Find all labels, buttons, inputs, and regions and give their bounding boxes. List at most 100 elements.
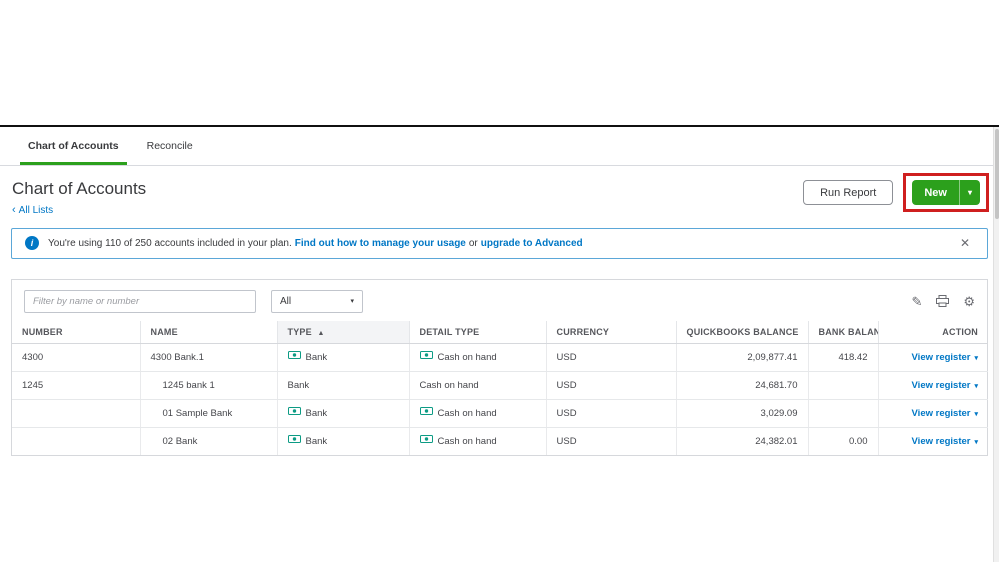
cell-quickbooks-balance: 3,029.09 bbox=[676, 399, 809, 428]
cell-currency: USD bbox=[546, 371, 677, 400]
sort-asc-icon: ▲ bbox=[317, 329, 325, 337]
cell-bank-balance bbox=[808, 399, 879, 428]
cell-number: 1245 bbox=[12, 371, 141, 400]
tab-label: Chart of Accounts bbox=[28, 140, 119, 152]
new-button[interactable]: New ▾ bbox=[912, 180, 980, 205]
cell-detail-type: Cash on hand bbox=[409, 343, 547, 372]
col-name[interactable]: NAME bbox=[140, 320, 278, 344]
table-row: 4300 4300 Bank.1 Bank Cash on hand USD 2… bbox=[12, 343, 988, 372]
cell-currency: USD bbox=[546, 399, 677, 428]
annotation-highlight-box: New ▾ bbox=[903, 173, 989, 212]
chevron-down-icon: ▾ bbox=[350, 298, 354, 306]
cell-quickbooks-balance: 2,09,877.41 bbox=[676, 343, 809, 372]
chevron-down-icon[interactable]: ▾ bbox=[974, 439, 978, 446]
col-detail-type[interactable]: DETAIL TYPE bbox=[409, 320, 547, 344]
filter-row: All ▾ ✎ ⚙ bbox=[12, 280, 987, 321]
run-report-button[interactable]: Run Report bbox=[803, 180, 894, 205]
gear-icon[interactable]: ⚙ bbox=[963, 295, 975, 308]
page-header: Chart of Accounts ‹ All Lists Run Report… bbox=[0, 166, 999, 218]
view-register-link[interactable]: View register ▾ bbox=[912, 352, 978, 363]
cell-action: View register ▾ bbox=[878, 399, 988, 428]
money-hand-icon bbox=[419, 350, 433, 364]
cell-type: Bank bbox=[277, 343, 410, 372]
view-register-link[interactable]: View register ▾ bbox=[912, 380, 978, 391]
banner-message: You're using 110 of 250 accounts include… bbox=[48, 237, 292, 249]
chevron-down-icon[interactable]: ▾ bbox=[974, 355, 978, 362]
usage-banner: i You're using 110 of 250 accounts inclu… bbox=[11, 227, 988, 259]
money-hand-icon bbox=[419, 434, 433, 448]
view-register-link[interactable]: View register ▾ bbox=[912, 408, 978, 419]
banner-connector: or bbox=[468, 237, 478, 249]
table-row: 1245 1245 bank 1 Bank Cash on hand USD 2… bbox=[12, 371, 988, 400]
money-hand-icon bbox=[287, 350, 301, 364]
view-register-link[interactable]: View register ▾ bbox=[912, 436, 978, 447]
cell-bank-balance bbox=[808, 371, 879, 400]
table-row: 01 Sample Bank Bank Cash on hand USD 3,0… bbox=[12, 399, 988, 428]
money-hand-icon bbox=[287, 406, 301, 420]
cell-currency: USD bbox=[546, 343, 677, 372]
view-register-label: View register bbox=[911, 435, 971, 447]
chart-of-accounts-page: Chart of Accounts Reconcile Chart of Acc… bbox=[0, 127, 999, 562]
printer-icon[interactable] bbox=[936, 295, 950, 308]
header-actions: Run Report New ▾ bbox=[803, 173, 989, 212]
money-hand-icon bbox=[419, 406, 433, 420]
cell-name: 4300 Bank.1 bbox=[140, 343, 278, 372]
cell-detail-label: Cash on hand bbox=[437, 435, 497, 447]
cell-number: 4300 bbox=[12, 343, 141, 372]
manage-usage-link[interactable]: Find out how to manage your usage bbox=[295, 238, 466, 249]
view-register-label: View register bbox=[911, 407, 971, 419]
cell-detail-type: Cash on hand bbox=[409, 371, 547, 400]
cell-quickbooks-balance: 24,382.01 bbox=[676, 427, 809, 456]
scrollbar-thumb[interactable] bbox=[995, 129, 999, 219]
info-icon: i bbox=[25, 236, 39, 251]
all-lists-link[interactable]: ‹ All Lists bbox=[12, 203, 53, 216]
cell-bank-balance: 0.00 bbox=[808, 427, 879, 456]
col-currency[interactable]: CURRENCY bbox=[546, 320, 677, 344]
chevron-down-icon[interactable]: ▾ bbox=[960, 188, 980, 197]
cell-name: 1245 bank 1 bbox=[140, 371, 278, 400]
scrollbar[interactable] bbox=[993, 127, 999, 562]
cell-action: View register ▾ bbox=[878, 371, 988, 400]
col-quickbooks-balance[interactable]: QUICKBOOKS BALANCE bbox=[676, 320, 809, 344]
col-number[interactable]: NUMBER bbox=[12, 320, 141, 344]
accounts-table: NUMBER NAME TYPE ▲ DETAIL TYPE CURRENCY … bbox=[12, 320, 988, 456]
close-icon[interactable]: ✕ bbox=[956, 236, 974, 250]
accounts-card: All ▾ ✎ ⚙ bbox=[11, 278, 988, 457]
view-register-label: View register bbox=[911, 351, 971, 363]
cell-type: Bank bbox=[277, 371, 410, 400]
type-filter-value: All bbox=[280, 295, 292, 307]
page-title: Chart of Accounts bbox=[12, 179, 147, 198]
edit-pencil-icon[interactable]: ✎ bbox=[911, 295, 922, 308]
col-action: ACTION bbox=[878, 320, 988, 344]
cell-type-label: Bank bbox=[305, 435, 328, 447]
cell-action: View register ▾ bbox=[878, 427, 988, 455]
chevron-down-icon[interactable]: ▾ bbox=[974, 383, 978, 390]
chevron-down-icon[interactable]: ▾ bbox=[974, 411, 978, 418]
tab-label: Reconcile bbox=[146, 140, 193, 152]
tab-bar: Chart of Accounts Reconcile bbox=[0, 127, 999, 166]
table-header-row: NUMBER NAME TYPE ▲ DETAIL TYPE CURRENCY … bbox=[12, 320, 988, 344]
cell-type: Bank bbox=[277, 399, 410, 428]
cell-detail-type: Cash on hand bbox=[409, 427, 547, 456]
tab-chart-of-accounts[interactable]: Chart of Accounts bbox=[14, 127, 133, 165]
money-hand-icon bbox=[287, 434, 301, 448]
cell-name: 01 Sample Bank bbox=[140, 399, 278, 428]
title-block: Chart of Accounts ‹ All Lists bbox=[12, 179, 147, 218]
cell-quickbooks-balance: 24,681.70 bbox=[676, 371, 809, 400]
cell-number bbox=[12, 399, 141, 428]
table-tools: ✎ ⚙ bbox=[911, 295, 975, 308]
type-filter-select[interactable]: All ▾ bbox=[271, 289, 363, 313]
col-type[interactable]: TYPE ▲ bbox=[277, 320, 410, 344]
upgrade-advanced-link[interactable]: upgrade to Advanced bbox=[481, 238, 583, 249]
cell-type: Bank bbox=[277, 427, 410, 456]
cell-type-label: Bank bbox=[305, 351, 328, 363]
filter-input[interactable] bbox=[24, 289, 256, 313]
chevron-left-icon: ‹ bbox=[12, 203, 16, 216]
new-button-label: New bbox=[924, 186, 947, 199]
cell-detail-type: Cash on hand bbox=[409, 399, 547, 428]
col-bank-balance[interactable]: BANK BALANCE bbox=[808, 320, 879, 344]
cell-currency: USD bbox=[546, 427, 677, 456]
col-type-label: TYPE bbox=[287, 326, 312, 337]
cell-bank-balance: 418.42 bbox=[808, 343, 879, 372]
tab-reconcile[interactable]: Reconcile bbox=[133, 127, 207, 165]
